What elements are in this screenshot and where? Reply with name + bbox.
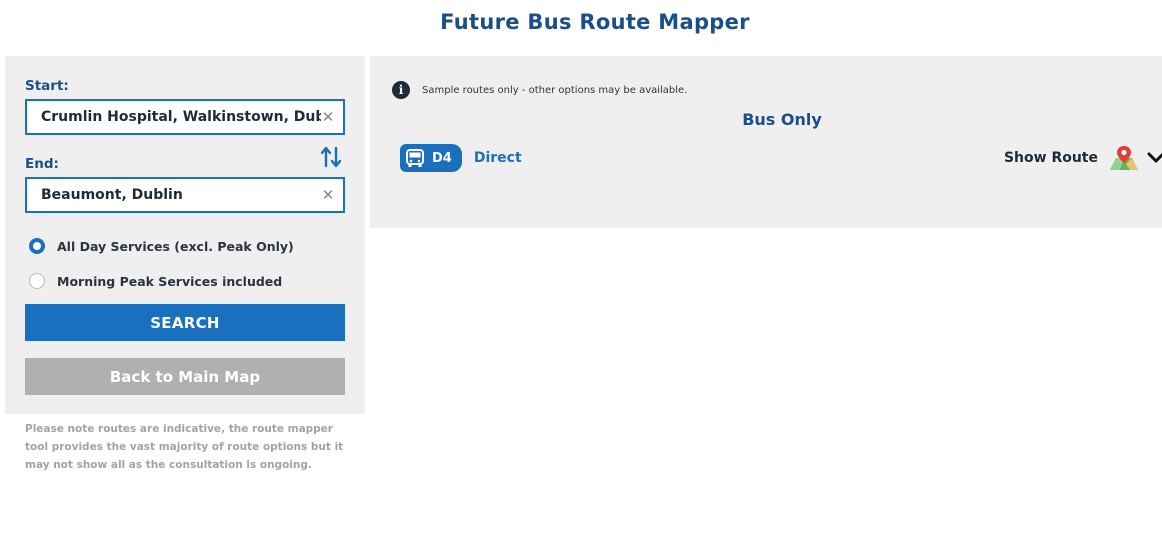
start-field-value[interactable]: Crumlin Hospital, Walkinstown, Dublin	[41, 109, 321, 125]
morning-peak-services-radio[interactable]: Morning Peak Services included	[29, 273, 282, 289]
info-icon: i	[392, 81, 410, 99]
map-pin-icon[interactable]	[1108, 144, 1140, 172]
bus-icon	[406, 149, 424, 167]
back-to-main-map-button[interactable]: Back to Main Map	[25, 358, 345, 395]
route-badge[interactable]: D4	[400, 144, 462, 172]
radio-checked-icon[interactable]	[29, 238, 45, 254]
end-label: End:	[25, 156, 59, 172]
radio-unchecked-icon[interactable]	[29, 273, 45, 289]
start-field[interactable]: Crumlin Hospital, Walkinstown, Dublin ✕	[25, 99, 345, 135]
morning-peak-services-label: Morning Peak Services included	[57, 273, 283, 289]
route-code: D4	[432, 150, 452, 166]
route-type: Direct	[473, 150, 522, 166]
search-panel: Start: Crumlin Hospital, Walkinstown, Du…	[5, 56, 365, 414]
show-route-label: Show Route	[1003, 150, 1098, 166]
all-day-services-radio[interactable]: All Day Services (excl. Peak Only)	[29, 238, 294, 254]
chevron-down-icon[interactable]	[1146, 150, 1162, 166]
disclaimer-text: Please note routes are indicative, the r…	[25, 423, 344, 471]
bus-only-heading: Bus Only	[742, 110, 822, 129]
swap-direction-icon[interactable]	[319, 144, 343, 170]
clear-start-icon[interactable]: ✕	[321, 110, 335, 125]
start-label: Start:	[25, 78, 69, 94]
info-text: Sample routes only - other options may b…	[422, 84, 688, 96]
show-route-toggle[interactable]: Show Route	[1004, 144, 1162, 172]
end-field-value[interactable]: Beaumont, Dublin	[41, 187, 321, 203]
all-day-services-label: All Day Services (excl. Peak Only)	[57, 238, 294, 254]
info-notice: i Sample routes only - other options may…	[392, 81, 687, 99]
results-panel: i Sample routes only - other options may…	[370, 56, 1162, 228]
route-result-d4[interactable]: D4 Direct	[400, 144, 522, 172]
clear-end-icon[interactable]: ✕	[321, 188, 335, 203]
search-button[interactable]: SEARCH	[25, 304, 345, 341]
page-title: Future Bus Route Mapper	[440, 10, 750, 34]
end-field[interactable]: Beaumont, Dublin ✕	[25, 177, 345, 213]
